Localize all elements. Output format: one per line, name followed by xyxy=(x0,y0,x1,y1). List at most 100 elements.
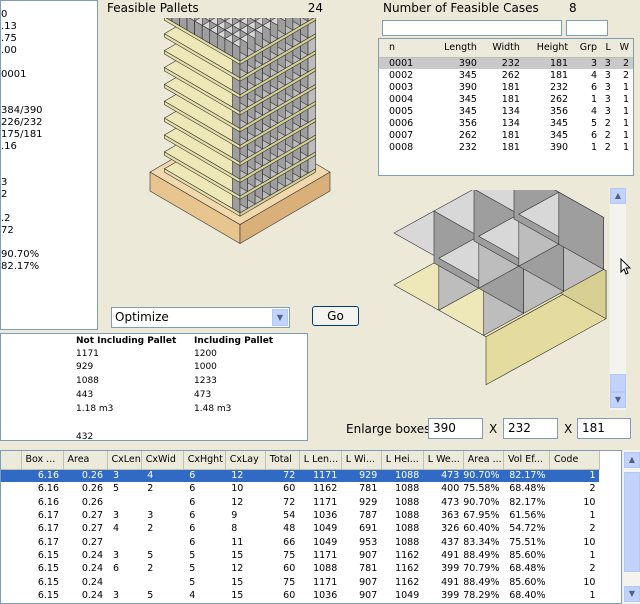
results-table-cell: 781 xyxy=(359,483,378,495)
results-table-cell: 3 xyxy=(113,589,120,601)
results-column-header[interactable]: Code xyxy=(549,451,600,470)
results-column-header[interactable]: Box ... xyxy=(21,451,64,470)
cases-table-row[interactable]: 0005 345 134 356 4 3 1 xyxy=(379,105,633,117)
results-table-cell: 75.58% xyxy=(463,483,500,495)
results-table-cell xyxy=(1,549,21,562)
enlarge-width-input[interactable]: 232 xyxy=(503,418,558,439)
summary-value-not-including: 1.18 m3 xyxy=(76,404,114,414)
cases-table-cell: 181 xyxy=(549,69,569,81)
results-table: Box ... Area CxLen CxWid CxHght CxLay Total L L… xyxy=(0,450,622,604)
optimize-select[interactable]: Optimize ▼ xyxy=(111,307,290,328)
cases-table-cell: 1 xyxy=(622,105,629,117)
cases-column-header[interactable]: n xyxy=(379,39,431,58)
cases-column-header[interactable]: Width xyxy=(480,39,524,58)
chevron-up-icon[interactable]: ▲ xyxy=(610,188,626,204)
cases-table-row[interactable]: 0002 345 262 181 4 3 2 xyxy=(379,69,633,81)
results-column-header[interactable]: Total xyxy=(265,451,300,470)
results-table-row[interactable]: 6.15 0.24 3 5 5 15 75 1171 907 1162 491 88.49% 85.60… xyxy=(1,549,599,562)
summary-value-including: 1200 xyxy=(194,349,217,359)
results-table-cell: 9 xyxy=(231,510,238,522)
results-column-header[interactable]: L Len... xyxy=(299,451,342,470)
cases-table-cell: 0006 xyxy=(389,117,414,129)
left-panel-value: .16 xyxy=(1,141,17,152)
cases-table-cell: 345 xyxy=(458,105,477,117)
cases-filter-input[interactable] xyxy=(382,20,562,36)
scrollbar-thumb[interactable] xyxy=(610,374,626,392)
cases-table-cell: 1 xyxy=(622,129,629,141)
results-column-header[interactable]: Vol Ef... xyxy=(503,451,550,470)
left-panel-value: .2 xyxy=(1,213,11,224)
results-table-row[interactable]: 6.16 0.26 3 4 6 12 72 1171 929 1088 473 90.70% 82.17… xyxy=(1,469,600,483)
results-column-header[interactable]: CxWid xyxy=(141,451,184,470)
results-table-cell: 1162 xyxy=(395,576,420,588)
chevron-down-icon[interactable]: ▼ xyxy=(624,586,640,602)
results-table-row[interactable]: 6.15 0.24 3 5 4 15 60 1036 907 1049 399 78.29% 68.40… xyxy=(1,589,599,602)
cases-column-header[interactable]: Height xyxy=(523,39,573,58)
results-table-cell: 3 xyxy=(113,510,120,522)
results-column-header[interactable]: Area xyxy=(63,451,108,470)
cases-table-cell: 3 xyxy=(604,105,611,117)
cases-filter-input-small[interactable] xyxy=(566,20,608,36)
cases-column-header[interactable]: Length xyxy=(430,39,481,58)
cases-table-row[interactable]: 0003 390 181 232 6 3 1 xyxy=(379,81,633,93)
results-table-row[interactable]: 6.16 0.26 6 12 72 1171 929 1088 473 90.70% 82.17% 1… xyxy=(1,496,599,509)
results-table-row[interactable]: 6.15 0.24 5 15 75 1171 907 1162 491 88.49% 85.60% 1… xyxy=(1,575,599,588)
results-column-header[interactable]: CxHght xyxy=(183,451,226,470)
case-3d-view xyxy=(393,190,607,386)
results-table-cell xyxy=(1,496,21,509)
results-column-header[interactable]: CxLay xyxy=(225,451,266,470)
results-table-cell: 0.26 xyxy=(81,483,103,495)
results-table-row[interactable]: 6.17 0.27 3 3 6 9 54 1036 787 1088 363 67.95% 61.56%… xyxy=(1,509,599,522)
results-table-cell: 437 xyxy=(441,536,460,548)
cases-table-cell: 3 xyxy=(572,57,602,69)
chevron-down-icon[interactable]: ▼ xyxy=(272,309,288,326)
results-table-cell: 491 xyxy=(441,549,460,561)
results-table-cell: 491 xyxy=(441,576,460,588)
results-table-cell: 4 xyxy=(189,589,196,601)
results-column-header[interactable]: L We... xyxy=(423,451,464,470)
cases-column-header[interactable]: Grp xyxy=(572,39,602,58)
enlarge-length-input[interactable]: 390 xyxy=(428,418,483,439)
cases-table-row[interactable]: 0008 232 181 390 1 2 1 xyxy=(379,141,633,153)
results-table-cell: 72 xyxy=(283,496,296,508)
results-table-row[interactable]: 6.15 0.24 6 2 5 12 60 1088 781 1162 399 70.79% 68.48… xyxy=(1,562,599,575)
summary-value-not-including: 1171 xyxy=(76,349,99,359)
cases-table-cell: 5 xyxy=(591,117,598,129)
results-table-cell xyxy=(1,589,21,602)
case-view-scrollbar[interactable]: ▲ ▼ xyxy=(609,188,626,410)
results-table-cell: 1162 xyxy=(395,549,420,561)
results-table-row[interactable]: 6.17 0.27 4 2 6 8 48 1049 691 1088 326 60.40% 54.72%… xyxy=(1,522,599,535)
enlarge-boxes-label: Enlarge boxes xyxy=(346,422,431,436)
scrollbar-thumb[interactable] xyxy=(624,472,640,572)
cases-table-row[interactable]: 0004 345 181 262 1 3 1 xyxy=(379,93,633,105)
cases-table-cell: 1 xyxy=(622,141,629,153)
results-table-cell: 0.24 xyxy=(81,563,103,575)
results-table-cell: 907 xyxy=(359,549,378,561)
cases-column-header[interactable]: W xyxy=(614,39,633,58)
cases-table-row[interactable]: 0007 262 181 345 6 2 1 xyxy=(379,129,633,141)
results-column-header[interactable]: L Hei... xyxy=(381,451,424,470)
results-table-cell: 68.48% xyxy=(509,483,546,495)
results-table-row[interactable]: 6.16 0.26 5 2 6 10 60 1162 781 1088 400 75.58% 68.48… xyxy=(1,482,599,495)
cases-table-cell: 0002 xyxy=(389,69,414,81)
results-table-cell xyxy=(1,469,21,483)
chevron-up-icon[interactable]: ▲ xyxy=(624,452,640,468)
results-column-header[interactable] xyxy=(1,451,22,470)
results-column-header[interactable]: L Wi... xyxy=(341,451,382,470)
left-panel-value: 226/232 xyxy=(1,117,43,128)
cases-column-header[interactable]: L xyxy=(601,39,615,58)
chevron-down-icon[interactable]: ▼ xyxy=(610,392,626,408)
go-button[interactable]: Go xyxy=(312,306,359,326)
cases-table-row[interactable]: 0001 390 232 181 3 3 2 xyxy=(379,57,633,69)
results-column-header[interactable]: Area ... xyxy=(463,451,504,470)
results-scrollbar[interactable]: ▲ ▼ xyxy=(622,450,640,604)
cases-table-cell: 262 xyxy=(501,69,520,81)
results-table-cell: 1 xyxy=(589,589,596,601)
cases-table-header: n Length Width Height Grp L W xyxy=(379,39,633,58)
results-column-header[interactable]: CxLen xyxy=(107,451,142,470)
results-table-row[interactable]: 6.17 0.27 6 11 66 1049 953 1088 437 83.34% 75.51% 1… xyxy=(1,535,599,548)
enlarge-height-input[interactable]: 181 xyxy=(577,418,631,439)
results-table-cell: 10 xyxy=(583,496,596,508)
cases-table-cell: 262 xyxy=(458,129,477,141)
cases-table-row[interactable]: 0006 356 134 345 5 2 1 xyxy=(379,117,633,129)
